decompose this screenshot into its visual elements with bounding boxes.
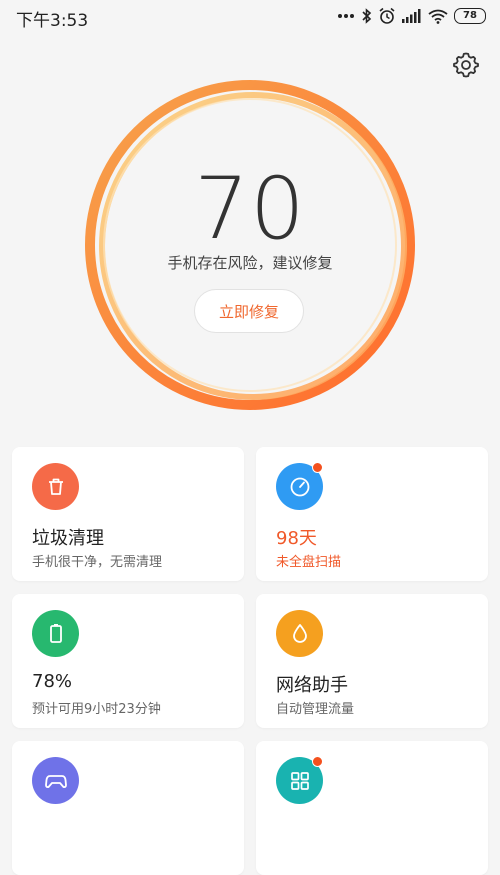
card-subtitle: 预计可用9小时23分钟 bbox=[32, 702, 161, 717]
battery-icon: 78 bbox=[454, 8, 486, 24]
security-score-panel: 70 手机存在风险，建议修复 立即修复 bbox=[80, 75, 420, 415]
card-subtitle: 自动管理流量 bbox=[276, 702, 355, 717]
alarm-icon bbox=[378, 7, 396, 25]
card-game-booster[interactable] bbox=[12, 741, 244, 875]
card-battery[interactable]: 78% 预计可用9小时23分钟 bbox=[12, 594, 244, 728]
signal-icon bbox=[402, 9, 422, 23]
bluetooth-icon bbox=[361, 8, 372, 24]
card-title: 98天 bbox=[276, 528, 317, 549]
card-title: 78% bbox=[32, 671, 73, 692]
trash-icon bbox=[32, 463, 79, 510]
gear-icon bbox=[453, 52, 479, 82]
card-junk-cleanup[interactable]: 垃圾清理 手机很干净，无需清理 bbox=[12, 447, 244, 581]
card-virus-scan[interactable]: 98天 未全盘扫描 bbox=[256, 447, 488, 581]
more-dots-icon bbox=[337, 13, 355, 19]
fix-now-button[interactable]: 立即修复 bbox=[194, 289, 304, 333]
notification-badge bbox=[312, 462, 323, 473]
battery-icon bbox=[32, 610, 79, 657]
card-subtitle: 未全盘扫描 bbox=[276, 555, 342, 570]
card-app-manager[interactable] bbox=[256, 741, 488, 875]
wifi-icon bbox=[428, 9, 448, 24]
gamepad-icon bbox=[32, 757, 79, 804]
card-title: 网络助手 bbox=[276, 675, 348, 696]
card-network-assistant[interactable]: 网络助手 自动管理流量 bbox=[256, 594, 488, 728]
status-icons: 78 bbox=[337, 6, 486, 26]
score-value: 70 bbox=[194, 159, 306, 259]
score-description: 手机存在风险，建议修复 bbox=[167, 254, 333, 272]
status-bar: 下午3:53 78 bbox=[0, 0, 500, 32]
status-time: 下午3:53 bbox=[16, 11, 89, 31]
water-drop-icon bbox=[276, 610, 323, 657]
settings-button[interactable] bbox=[452, 52, 480, 82]
notification-badge bbox=[312, 756, 323, 767]
card-subtitle: 手机很干净，无需清理 bbox=[32, 555, 163, 570]
card-title: 垃圾清理 bbox=[32, 528, 104, 549]
